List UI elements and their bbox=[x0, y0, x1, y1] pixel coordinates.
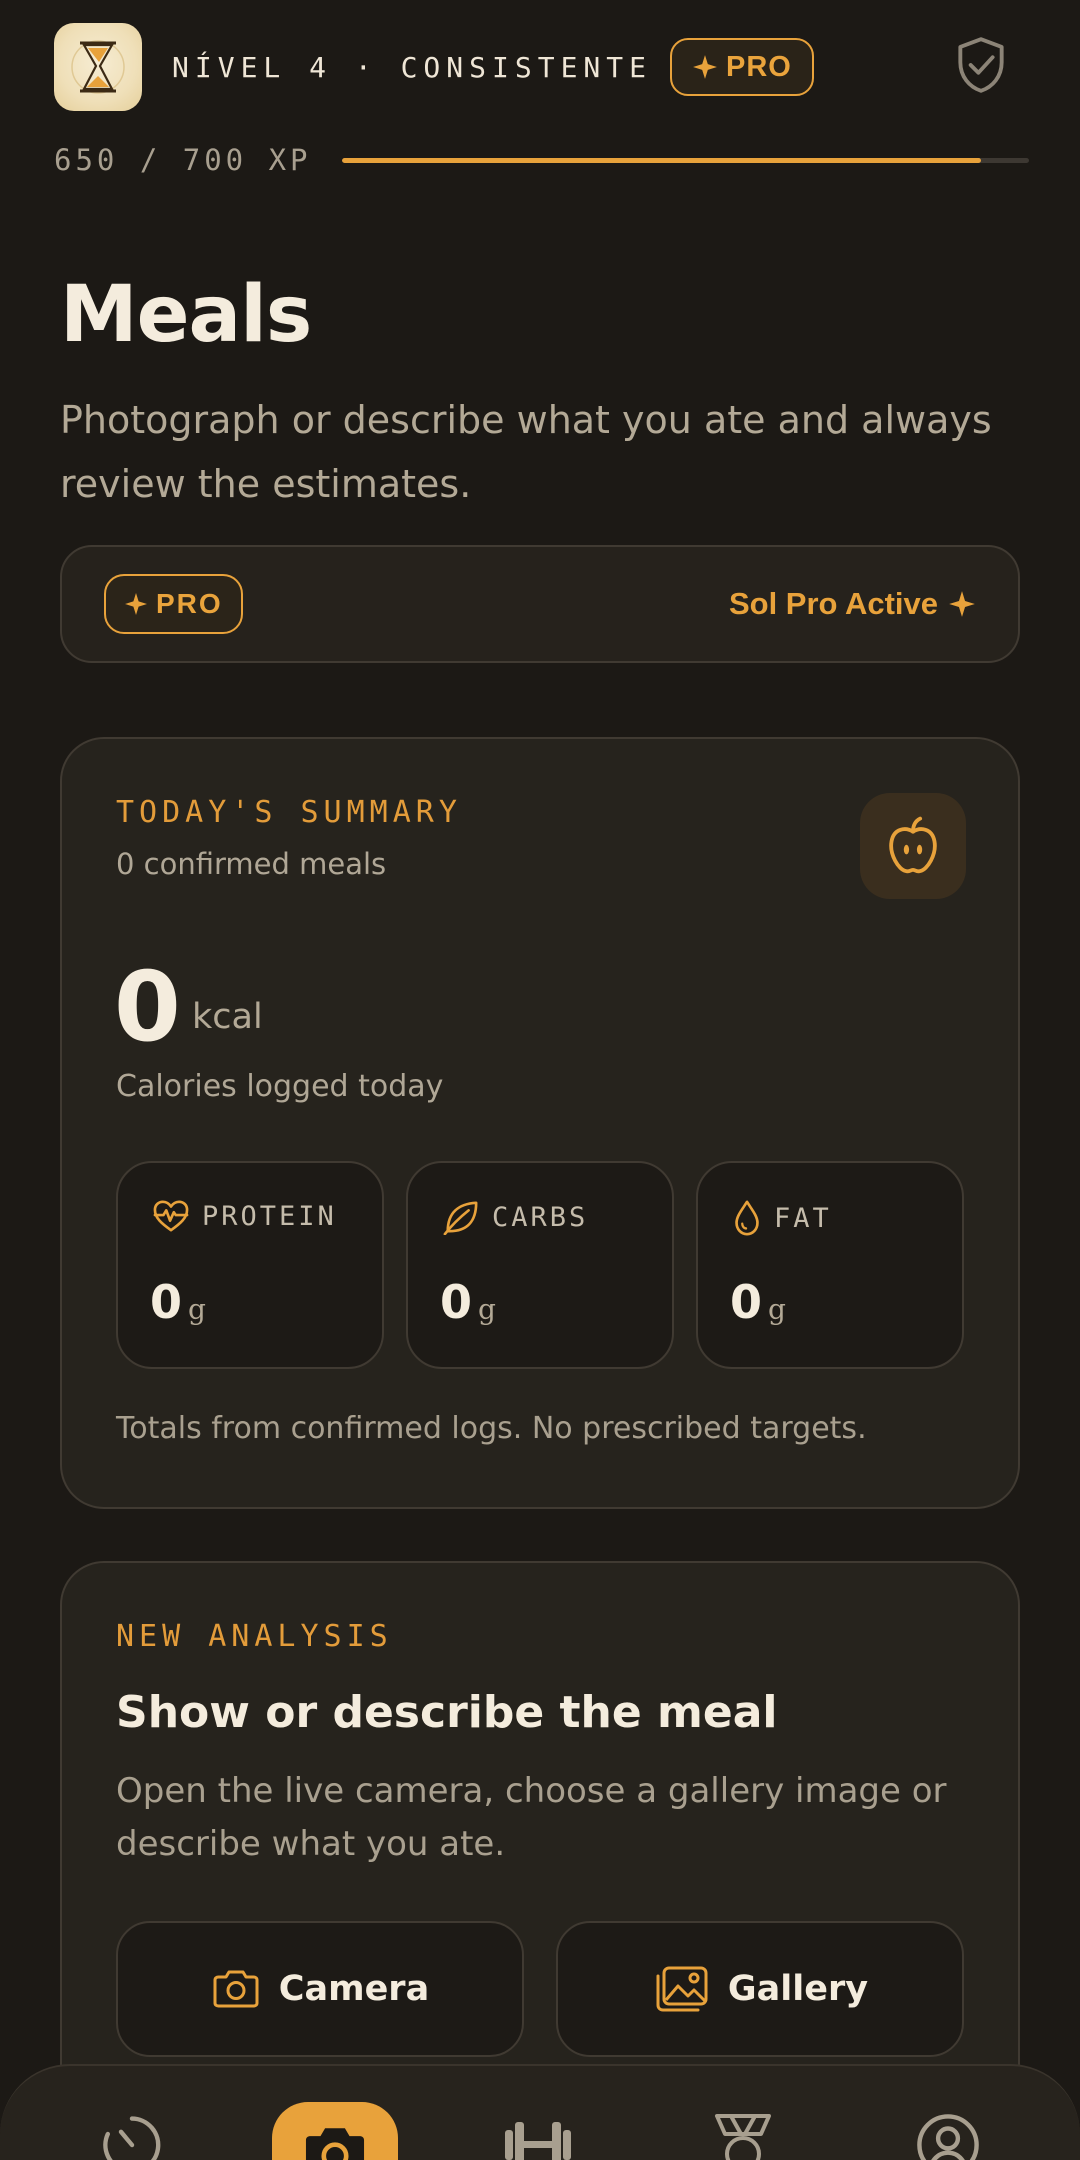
medal-icon bbox=[714, 2114, 771, 2160]
apple-icon-box bbox=[860, 793, 966, 899]
analysis-actions: Camera Gallery bbox=[116, 1921, 964, 2057]
droplet-icon bbox=[735, 1200, 759, 1236]
bottom-navigation bbox=[0, 2064, 1080, 2160]
macro-carbs-value: 0 bbox=[440, 1275, 473, 1329]
summary-note: Totals from confirmed logs. No prescribe… bbox=[116, 1411, 867, 1446]
camera-icon bbox=[306, 2128, 365, 2160]
top-header: NÍVEL 4 · CONSISTENTE PRO bbox=[54, 22, 1026, 112]
profile-icon bbox=[916, 2114, 979, 2160]
gallery-button-label: Gallery bbox=[727, 1969, 869, 2009]
calories-unit: kcal bbox=[192, 997, 263, 1037]
gauge-icon bbox=[103, 2116, 161, 2160]
meals-screen: NÍVEL 4 · CONSISTENTE PRO 650 / 700 XP M… bbox=[0, 0, 1080, 2160]
xp-progress-row: 650 / 700 XP bbox=[54, 140, 1029, 180]
macro-carbs-unit: g bbox=[478, 1293, 496, 1326]
macro-protein-label: PROTEIN bbox=[202, 1200, 337, 1232]
gallery-icon bbox=[656, 1966, 708, 2012]
macro-protein-head: PROTEIN bbox=[152, 1199, 337, 1233]
analysis-title: Show or describe the meal bbox=[116, 1687, 778, 1738]
calories-label: Calories logged today bbox=[116, 1069, 444, 1104]
shield-check-icon[interactable] bbox=[950, 34, 1012, 96]
pro-badge-small: PRO bbox=[104, 574, 243, 634]
pro-badge-label: PRO bbox=[726, 50, 792, 83]
pro-status-banner[interactable]: PRO Sol Pro Active bbox=[60, 545, 1020, 663]
macro-fat-label: FAT bbox=[774, 1202, 832, 1234]
camera-button[interactable]: Camera bbox=[116, 1921, 524, 2057]
macro-protein-unit: g bbox=[188, 1293, 206, 1326]
hourglass-app-icon[interactable] bbox=[54, 23, 142, 111]
sparkle-icon bbox=[125, 593, 147, 615]
macro-grid: PROTEIN 0 g CARBS 0 g FAT 0 g bbox=[116, 1161, 964, 1369]
camera-button-label: Camera bbox=[278, 1969, 430, 2009]
macro-carbs: CARBS 0 g bbox=[406, 1161, 674, 1369]
heart-pulse-icon bbox=[153, 1200, 189, 1232]
pro-badge-small-label: PRO bbox=[156, 588, 223, 619]
macro-fat-value: 0 bbox=[730, 1275, 763, 1329]
page-title: Meals bbox=[60, 270, 312, 360]
analysis-description: Open the live camera, choose a gallery i… bbox=[116, 1771, 947, 1864]
pro-active-label: Sol Pro Active bbox=[728, 586, 938, 621]
xp-progress-fill bbox=[341, 157, 981, 163]
apple-icon bbox=[889, 816, 937, 874]
macro-carbs-label: CARBS bbox=[492, 1201, 589, 1233]
camera-icon bbox=[213, 1970, 259, 2008]
nav-workouts[interactable] bbox=[473, 2102, 603, 2160]
xp-text: 650 / 700 XP bbox=[54, 143, 312, 177]
confirmed-meals-count: 0 confirmed meals bbox=[116, 847, 387, 881]
sparkle-icon bbox=[949, 591, 975, 617]
nav-meals[interactable] bbox=[272, 2102, 399, 2160]
page-subtitle: Photograph or describe what you ate and … bbox=[60, 398, 992, 506]
gallery-button[interactable]: Gallery bbox=[556, 1921, 964, 2057]
macro-protein-value: 0 bbox=[150, 1275, 183, 1329]
xp-progress-bar bbox=[341, 157, 1029, 163]
pro-badge[interactable]: PRO bbox=[670, 38, 814, 96]
macro-fat-unit: g bbox=[768, 1293, 786, 1326]
nav-dashboard[interactable] bbox=[67, 2102, 197, 2160]
calories-value: 0 bbox=[114, 951, 181, 1063]
macro-carbs-head: CARBS bbox=[442, 1199, 588, 1235]
nav-achievements[interactable] bbox=[678, 2102, 808, 2160]
pro-active-status: Sol Pro Active bbox=[729, 586, 976, 622]
macro-fat: FAT 0 g bbox=[696, 1161, 964, 1369]
summary-eyebrow: TODAY'S SUMMARY bbox=[116, 795, 462, 830]
dumbbell-icon bbox=[504, 2122, 571, 2160]
analysis-eyebrow: NEW ANALYSIS bbox=[116, 1619, 393, 1654]
nav-profile[interactable] bbox=[883, 2102, 1013, 2160]
macro-protein: PROTEIN 0 g bbox=[116, 1161, 384, 1369]
level-label: NÍVEL 4 · CONSISTENTE bbox=[172, 50, 653, 84]
sparkle-icon bbox=[693, 55, 717, 79]
macro-fat-head: FAT bbox=[732, 1199, 832, 1237]
todays-summary-card: TODAY'S SUMMARY 0 confirmed meals 0 kcal… bbox=[60, 737, 1020, 1509]
leaf-icon bbox=[443, 1201, 478, 1235]
